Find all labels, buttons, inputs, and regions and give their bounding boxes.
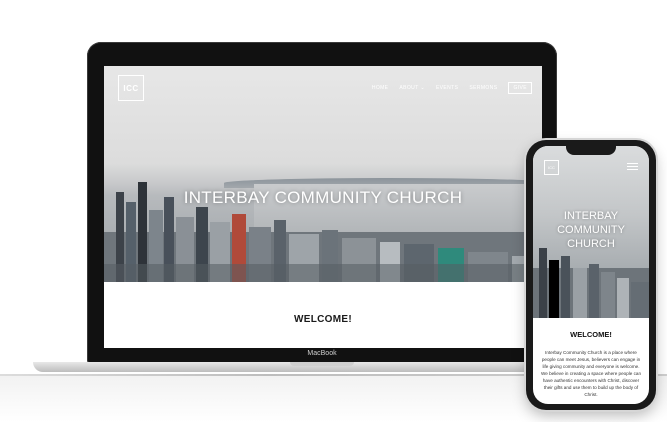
phone-hero-title: INTERBAY COMMUNITY CHURCH — [557, 210, 625, 250]
phone-site-logo[interactable]: ICC — [544, 160, 559, 175]
phone-notch — [566, 146, 616, 155]
laptop-brand-label: MacBook — [307, 350, 337, 357]
phone-welcome-text: Interbay Community Church is a place whe… — [540, 350, 642, 397]
hamburger-menu-icon[interactable] — [627, 163, 638, 170]
nav-home-link[interactable]: HOME — [372, 85, 389, 91]
hero-title: INTERBAY COMMUNITY CHURCH — [183, 188, 463, 207]
nav-sermons-link[interactable]: SERMONS — [469, 85, 497, 91]
phone-screen: ICC INTERBAY COMMUNITY CHURCH WELCOME! I… — [533, 146, 649, 404]
laptop-hinge-notch — [290, 362, 354, 366]
mockup-stage: ICC HOME ABOUT ⌄ EVENTS SERMONS GIVE INT… — [0, 0, 667, 422]
phone-welcome-heading: WELCOME! — [570, 330, 612, 339]
laptop-hero-banner — [104, 66, 542, 282]
nav-about-link[interactable]: ABOUT ⌄ — [399, 85, 425, 91]
give-button[interactable]: GIVE — [508, 82, 532, 94]
nav-events-link[interactable]: EVENTS — [436, 85, 458, 91]
main-nav: HOME ABOUT ⌄ EVENTS SERMONS GIVE — [372, 82, 532, 94]
site-logo[interactable]: ICC — [118, 75, 144, 101]
welcome-heading: WELCOME! — [294, 314, 352, 325]
laptop-screen: ICC HOME ABOUT ⌄ EVENTS SERMONS GIVE INT… — [104, 66, 542, 348]
